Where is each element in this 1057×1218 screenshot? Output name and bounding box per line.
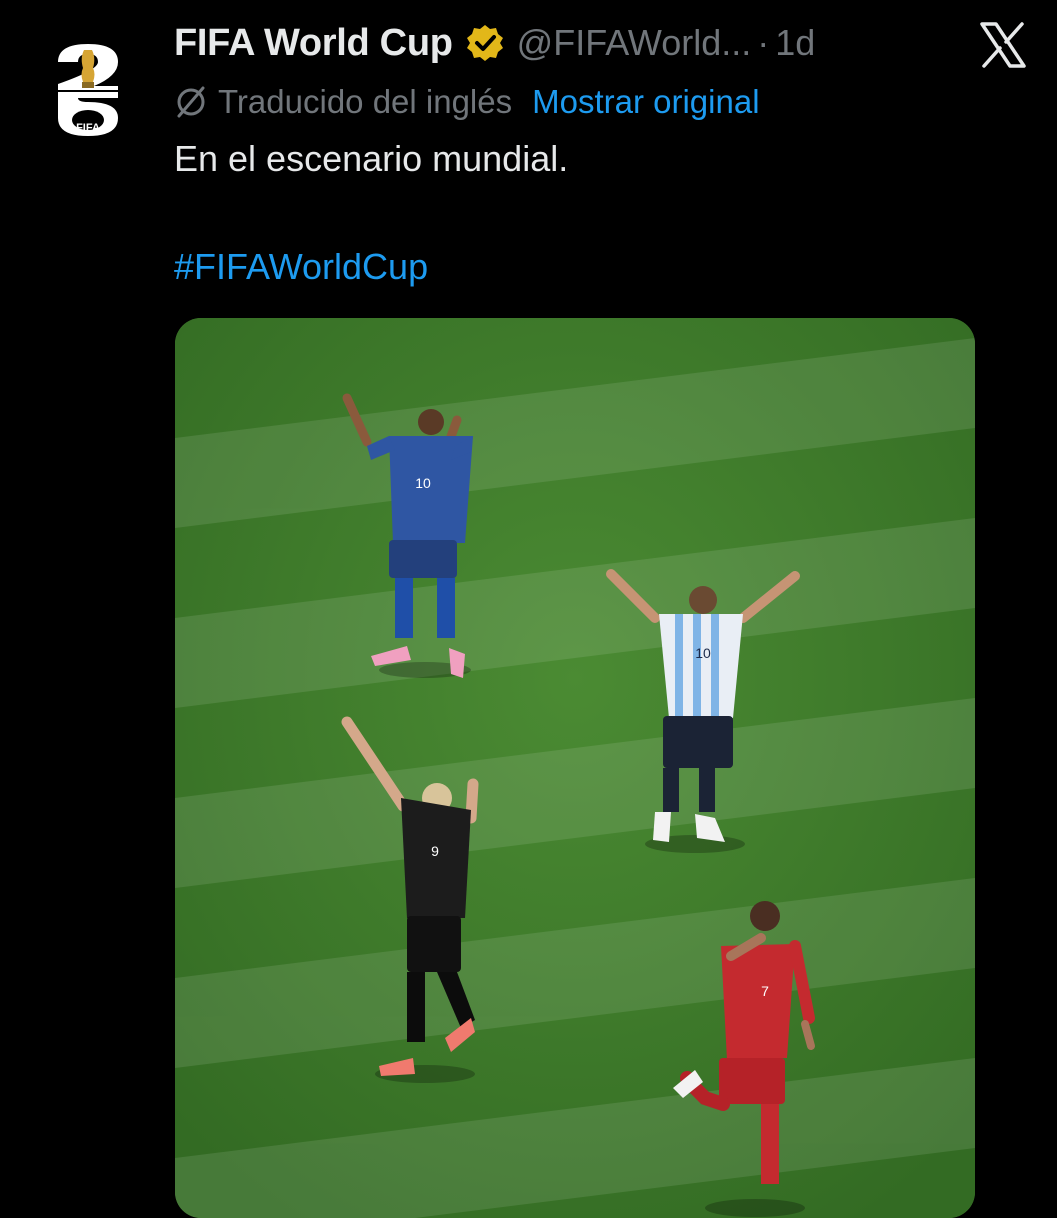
tweet-time[interactable]: 1d <box>775 22 815 64</box>
tweet-text: En el escenario mundial. <box>174 138 569 179</box>
fifa-logo-icon: FIFA <box>58 44 118 136</box>
show-original-link[interactable]: Mostrar original <box>532 83 759 121</box>
account-name[interactable]: FIFA World Cup <box>174 22 453 65</box>
account-avatar[interactable]: FIFA <box>50 40 126 136</box>
player-striped-number: 10 <box>695 645 711 661</box>
tweet-header: FIFA World Cup @FIFAWorld... · 1d <box>174 18 815 68</box>
pitch-photo: 10 10 9 7 <box>175 318 975 1218</box>
verified-badge-icon <box>466 25 503 61</box>
separator-dot: · <box>757 22 770 63</box>
translated-label: Traducido del inglés <box>218 83 513 120</box>
translation-notice: Traducido del inglés Mostrar original <box>174 80 760 124</box>
player-black-number: 9 <box>431 843 439 859</box>
tweet-media-image[interactable]: 10 10 9 7 <box>175 318 975 1218</box>
x-logo-icon[interactable] <box>978 20 1028 70</box>
account-handle[interactable]: @FIFAWorld... <box>517 22 752 64</box>
player-blue-number: 10 <box>415 475 431 491</box>
hashtag-link[interactable]: #FIFAWorldCup <box>174 246 428 288</box>
avatar-label: FIFA <box>76 122 100 134</box>
player-red-number: 7 <box>761 983 769 999</box>
globe-slash-icon <box>177 86 205 118</box>
